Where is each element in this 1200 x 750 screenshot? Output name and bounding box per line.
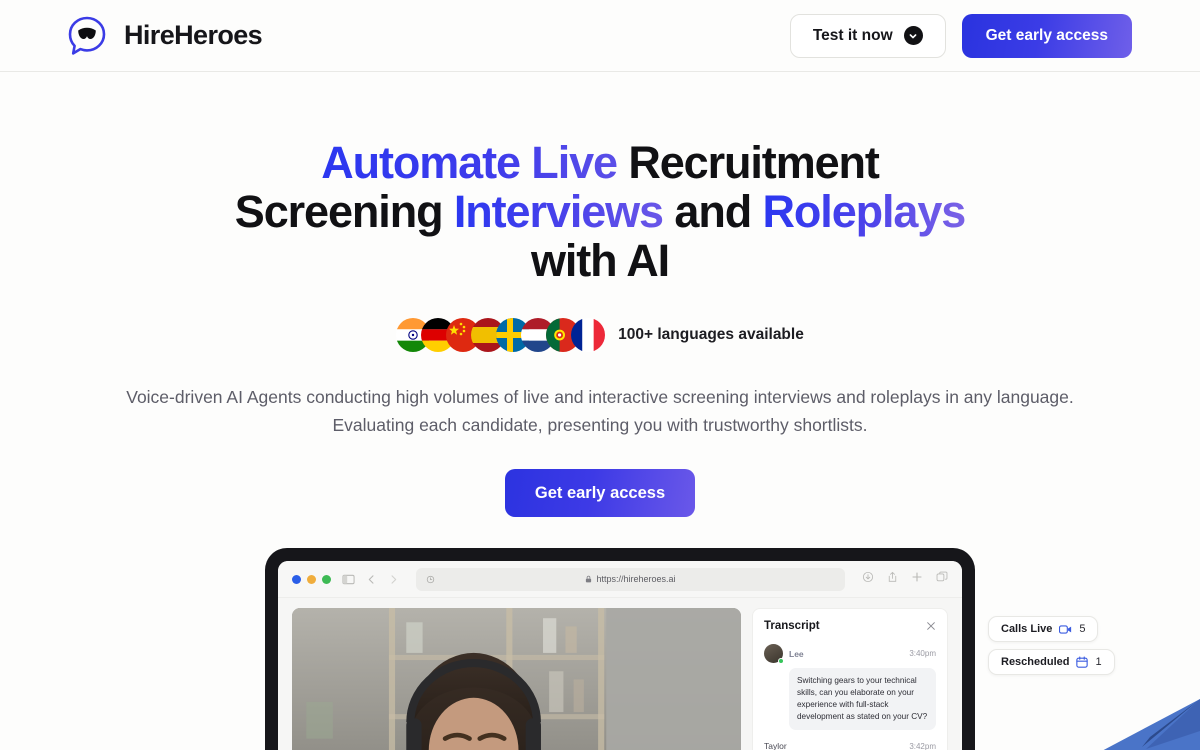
test-it-now-button[interactable]: Test it now [789, 13, 946, 58]
hero-section: Automate Live Recruitment Screening Inte… [0, 72, 1200, 517]
download-icon[interactable] [862, 570, 874, 588]
flag-stack [396, 318, 606, 352]
traffic-lights[interactable] [292, 574, 331, 584]
languages-label: 100+ languages available [618, 326, 804, 343]
stat-label: Rescheduled [1001, 656, 1070, 668]
header-get-early-access-button[interactable]: Get early access [961, 13, 1132, 58]
transcript-message: Taylor 3:42pm [764, 741, 936, 750]
message-text: Switching gears to your technical skills… [789, 668, 936, 730]
calendar-icon [1076, 656, 1089, 668]
header-actions: Test it now Get early access [789, 13, 1132, 58]
speech-bubble-mask-logo-icon [64, 13, 110, 59]
url-text-wrapper: https://hireheroes.ai [416, 574, 845, 584]
share-icon[interactable] [887, 570, 898, 588]
headline-accent-3: Roleplays [762, 186, 967, 237]
hero-get-early-access-button[interactable]: Get early access [504, 469, 696, 517]
stat-value: 1 [1095, 656, 1102, 668]
product-mockup: https://hireheroes.ai Transcript Lee 3:4… [0, 548, 1200, 750]
stat-card-calls-live[interactable]: Calls Live 5 [988, 616, 1099, 642]
window-close-dot[interactable] [292, 574, 301, 584]
message-header: Lee 3:40pm [764, 644, 936, 664]
paper-plane-icon [1050, 681, 1200, 750]
address-bar[interactable]: https://hireheroes.ai [416, 567, 845, 591]
headline-plain-4: with AI [530, 235, 670, 286]
transcript-message: Lee 3:40pm Switching gears to your techn… [764, 644, 936, 730]
window-minimize-dot[interactable] [307, 574, 316, 584]
message-sender: Taylor [764, 741, 787, 750]
transcript-panel: Transcript Lee 3:40pm Switching gears to… [752, 608, 948, 750]
video-camera-icon [1059, 624, 1072, 635]
transcript-header: Transcript [764, 620, 936, 632]
lock-icon [586, 575, 592, 583]
browser-right-icons [862, 570, 948, 588]
test-it-now-label: Test it now [812, 26, 893, 44]
chevron-down-circle-icon [903, 26, 923, 45]
transcript-title: Transcript [764, 620, 820, 632]
stat-value: 5 [1079, 623, 1086, 635]
new-tab-icon[interactable] [911, 570, 923, 588]
page-title: Automate Live Recruitment Screening Inte… [0, 138, 1200, 285]
tabs-icon[interactable] [936, 570, 948, 588]
app-page: Transcript Lee 3:40pm Switching gears to… [278, 598, 962, 750]
video-frame-image [292, 608, 741, 750]
headline-accent-2: Interviews [453, 186, 664, 237]
brand-logo[interactable]: HireHeroes [64, 13, 263, 59]
online-status-dot [778, 658, 784, 664]
avatar [764, 644, 784, 664]
hero-cta-wrapper: Get early access [0, 469, 1200, 517]
candidate-video[interactable] [292, 608, 741, 750]
headline-plain-3: and [662, 186, 763, 237]
message-sender: Lee [789, 648, 804, 659]
message-timestamp: 3:40pm [909, 649, 936, 658]
headline-accent-1: Automate Live [321, 137, 618, 188]
back-arrow-icon[interactable] [366, 574, 377, 585]
stat-label: Calls Live [1001, 623, 1053, 635]
headline-plain-1: Recruitment [616, 137, 880, 188]
tablet-screen: https://hireheroes.ai Transcript Lee 3:4… [278, 561, 962, 750]
site-header: HireHeroes Test it now Get early access [0, 0, 1200, 72]
tablet-frame: https://hireheroes.ai Transcript Lee 3:4… [265, 548, 975, 750]
window-maximize-dot[interactable] [322, 574, 331, 584]
close-icon[interactable] [926, 621, 936, 631]
message-timestamp: 3:42pm [909, 741, 936, 750]
headline-plain-2: Screening [234, 186, 454, 237]
browser-chrome: https://hireheroes.ai [278, 561, 962, 598]
hero-subtitle: Voice-driven AI Agents conducting high v… [126, 387, 1074, 435]
languages-row: 100+ languages available [0, 318, 1200, 352]
sidebar-icon[interactable] [342, 573, 355, 586]
flag-france-icon [571, 318, 606, 352]
forward-arrow-icon[interactable] [388, 574, 399, 585]
url-text: https://hireheroes.ai [596, 574, 676, 584]
brand-name: HireHeroes [124, 20, 263, 50]
stat-card-rescheduled[interactable]: Rescheduled 1 [988, 649, 1115, 675]
